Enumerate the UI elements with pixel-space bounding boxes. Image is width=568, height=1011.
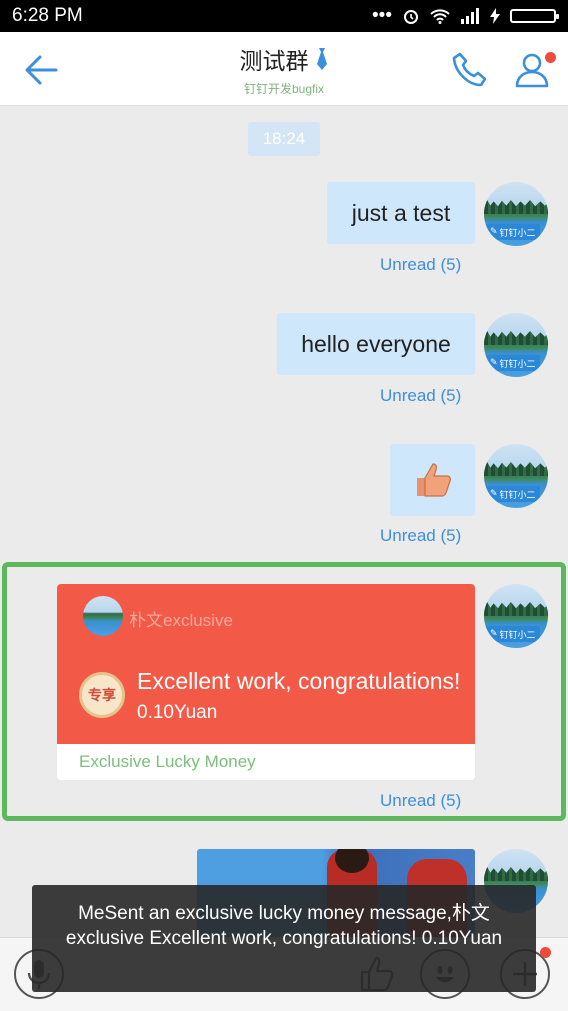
avatar[interactable]: ✎ 钉钉小二 [484, 444, 548, 508]
call-button[interactable] [450, 50, 490, 90]
avatar-tag: ✎ 钉钉小二 [486, 486, 540, 502]
unread-count[interactable]: Unread (5) [380, 255, 461, 275]
lucky-money-amount: 0.10Yuan [137, 702, 218, 723]
battery-icon [510, 9, 559, 23]
back-arrow-icon [25, 55, 58, 85]
sender-avatar [83, 596, 123, 636]
more-dots-icon: ••• [372, 5, 392, 26]
chat-area[interactable]: 18:24 just a test ✎ 钉钉小二 Unread (5) hello… [0, 107, 568, 937]
chat-header: 测试群 钉钉开发bugfix [0, 32, 568, 106]
unread-count[interactable]: Unread (5) [380, 526, 461, 546]
group-title: 测试群 [240, 42, 329, 76]
lucky-money-footer: Exclusive Lucky Money [79, 752, 256, 771]
pin-icon: ✎ [490, 227, 498, 237]
signal-icon [461, 8, 479, 24]
avatar[interactable]: ✎ 钉钉小二 [484, 182, 548, 246]
tie-icon [316, 48, 327, 70]
message-bubble[interactable]: hello everyone [277, 313, 475, 375]
notification-dot [545, 52, 556, 63]
back-button[interactable] [20, 48, 64, 92]
message-bubble[interactable] [390, 444, 475, 516]
unread-count[interactable]: Unread (5) [380, 791, 461, 811]
message-text: hello everyone [301, 330, 451, 357]
unread-count[interactable]: Unread (5) [380, 386, 461, 406]
group-members-button[interactable] [512, 48, 556, 92]
status-bar: 6:28 PM ••• [0, 0, 568, 32]
lucky-money-card[interactable]: 朴文exclusive 专享 Excellent work, congratul… [57, 584, 475, 780]
charging-icon [490, 8, 500, 24]
phone-icon [452, 52, 487, 87]
lucky-money-title: Excellent work, congratulations! [137, 668, 461, 694]
message-bubble[interactable]: just a test [327, 182, 475, 244]
toast-notification: MeSent an exclusive lucky money message,… [32, 885, 536, 992]
lucky-money-sender: 朴文exclusive [129, 611, 233, 630]
avatar-tag: ✎ 钉钉小二 [486, 224, 540, 240]
avatar-tag: ✎ 钉钉小二 [486, 355, 540, 371]
notification-dot [540, 947, 551, 958]
thumbs-up-icon [416, 463, 451, 497]
pin-icon: ✎ [490, 489, 498, 499]
avatar-tag: ✎ 钉钉小二 [486, 626, 540, 642]
group-name: 测试群 [239, 49, 309, 75]
exclusive-seal-icon: 专享 [79, 672, 125, 718]
pin-icon: ✎ [490, 629, 498, 639]
status-time: 6:28 PM [12, 5, 83, 26]
pin-icon: ✎ [490, 358, 498, 368]
avatar[interactable]: ✎ 钉钉小二 [484, 584, 548, 648]
message-text: just a test [351, 199, 451, 226]
alarm-icon [404, 10, 418, 24]
message-timestamp: 18:24 [248, 122, 320, 156]
avatar[interactable]: ✎ 钉钉小二 [484, 313, 548, 377]
wifi-icon [430, 9, 450, 24]
